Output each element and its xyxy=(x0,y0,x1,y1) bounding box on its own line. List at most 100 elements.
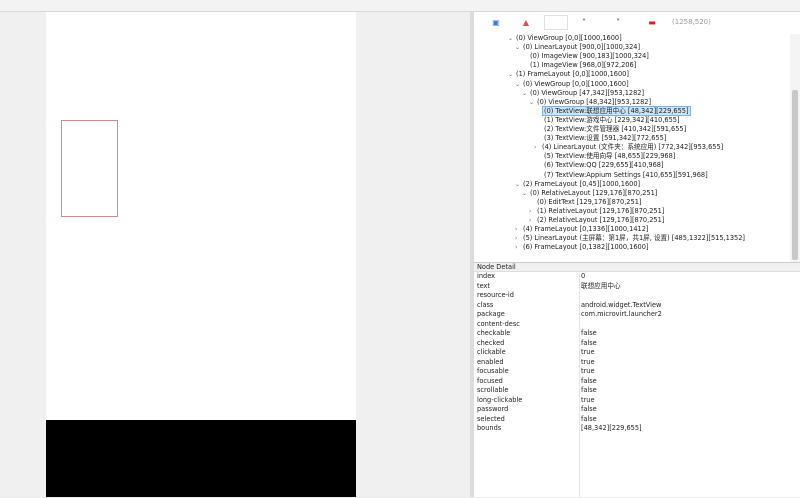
stop-icon[interactable]: ▬ xyxy=(644,15,660,31)
expand-toggle-icon[interactable]: ⌄ xyxy=(515,180,522,189)
scrollbar-thumb[interactable] xyxy=(792,90,798,260)
expand-toggle-icon[interactable]: › xyxy=(529,216,536,225)
detail-key: checkable xyxy=(477,329,511,337)
expand-toggle-icon[interactable]: › xyxy=(534,143,541,152)
detail-value[interactable]: com.microvirt.launcher2 xyxy=(581,310,662,320)
detail-value[interactable]: 0 xyxy=(581,272,585,282)
detail-value[interactable]: true xyxy=(581,348,595,358)
screenshot-pane xyxy=(0,12,470,497)
tree-node-label: (2) TextView:文件管理器 [410,342][591,655] xyxy=(544,125,687,133)
tree-node[interactable]: › (2) RelativeLayout [129,176][870,251] xyxy=(529,216,665,225)
chevron-up-icon[interactable]: ˄ xyxy=(576,15,592,31)
detail-key: class xyxy=(477,300,494,309)
node-detail-table: index 0 text 联想应用中心 resource-id class android.… xyxy=(474,272,800,434)
detail-value[interactable]: false xyxy=(581,386,597,396)
detail-value[interactable]: false xyxy=(581,415,597,425)
tree-node-label: (4) FrameLayout [0,1336][1000,1412] xyxy=(523,225,649,234)
detail-value[interactable]: false xyxy=(581,339,597,349)
detail-row: password false xyxy=(474,405,800,415)
chevron-down-icon[interactable]: ˅ xyxy=(610,15,626,31)
expand-toggle-icon[interactable]: › xyxy=(515,225,522,234)
detail-value[interactable]: false xyxy=(581,329,597,339)
detail-value[interactable]: [48,342][229,655] xyxy=(581,424,642,434)
expand-toggle-icon[interactable]: ⌄ xyxy=(508,34,515,43)
detail-key: resource-id xyxy=(477,291,514,299)
tree-node[interactable]: ⌄ (1) FrameLayout [0,0][1000,1600] xyxy=(508,70,630,79)
tree-node[interactable]: ⌄ (0) ViewGroup [0,0][1000,1600] xyxy=(508,34,623,43)
detail-value[interactable]: android.widget.TextView xyxy=(581,301,661,311)
detail-key: enabled xyxy=(477,357,504,366)
hierarchy-tree[interactable]: ⌄ (0) ViewGroup [0,0][1000,1600] ⌄ (0) Line… xyxy=(474,34,790,270)
expand-toggle-icon[interactable]: › xyxy=(515,243,522,252)
detail-row: scrollable false xyxy=(474,386,800,396)
detail-row: checked false xyxy=(474,339,800,349)
tree-node-label: (2) RelativeLayout [129,176][870,251] xyxy=(537,216,665,224)
detail-key: long-clickable xyxy=(477,395,523,404)
expand-toggle-icon[interactable]: ⌄ xyxy=(522,189,529,198)
node-detail-title: Node Detail xyxy=(474,263,800,272)
tree-node[interactable]: (5) TextView:使用向导 [48,655][229,968] xyxy=(536,152,676,161)
expand-toggle-icon[interactable]: ⌄ xyxy=(508,70,515,79)
tree-node[interactable]: (1) ImageView [968,0][972,206] xyxy=(522,61,637,70)
tree-node-label: (0) ViewGroup [0,0][1000,1600] xyxy=(516,34,622,42)
detail-row: resource-id xyxy=(474,291,800,301)
warning-icon[interactable]: ▲ xyxy=(518,15,534,31)
detail-row: clickable true xyxy=(474,348,800,358)
expand-toggle-icon[interactable]: › xyxy=(515,234,522,243)
inspector-pane: ▣ ▲ ˄ ˅ ▬ (1258,520) ⌄ (0) ViewGroup [0,0… xyxy=(474,12,800,498)
detail-value[interactable]: false xyxy=(581,405,597,415)
tree-node[interactable]: ⌄ (0) ViewGroup [47,342][953,1282] xyxy=(522,89,645,98)
toolbar: ▣ ▲ ˄ ˅ ▬ (1258,520) xyxy=(474,12,800,34)
expand-toggle-icon[interactable]: ⌄ xyxy=(529,98,536,107)
detail-value[interactable]: 联想应用中心 xyxy=(581,282,621,292)
detail-row: focusable true xyxy=(474,367,800,377)
tree-node[interactable]: (0) EditText [129,176][870,251] xyxy=(529,198,642,207)
tree-node[interactable]: ⌄ (0) LinearLayout [900,0][1000,324] xyxy=(515,43,641,52)
detail-key: focusable xyxy=(477,367,509,375)
expand-toggle-icon[interactable]: ⌄ xyxy=(515,80,522,89)
tree-node[interactable]: ⌄ (0) ViewGroup [0,0][1000,1600] xyxy=(515,80,630,89)
detail-key: focused xyxy=(477,376,503,385)
screenshot-icon[interactable]: ▣ xyxy=(488,15,504,31)
tree-node-label: (4) LinearLayout (文件夹：系统应用) [772,342][95… xyxy=(542,143,724,152)
detail-key: package xyxy=(477,310,505,318)
tree-node[interactable]: › (4) LinearLayout (文件夹：系统应用) [772,342][9… xyxy=(534,143,724,152)
detail-row: enabled true xyxy=(474,358,800,368)
tree-node[interactable]: (7) TextView:Appium Settings [410,655][5… xyxy=(536,171,709,180)
detail-value[interactable]: true xyxy=(581,396,595,406)
detail-key: text xyxy=(477,281,491,290)
detail-value[interactable]: true xyxy=(581,367,595,377)
tree-node[interactable]: ⌄ (2) FrameLayout [0,45][1000,1600] xyxy=(515,180,641,189)
tree-node[interactable]: › (5) LinearLayout (主屏幕：第1屏，共1屏, 设置) [485… xyxy=(515,234,746,243)
tree-node[interactable]: (0) TextView:联想应用中心 [48,342][229,655] xyxy=(536,105,691,116)
tree-node[interactable]: ⌄ (0) ViewGroup [48,342][953,1282] xyxy=(529,98,652,107)
tree-node[interactable]: (3) TextView:设置 [591,342][772,655] xyxy=(536,134,667,143)
detail-key: clickable xyxy=(477,348,506,356)
tree-node-label: (5) TextView:使用向导 [48,655][229,968] xyxy=(544,152,676,161)
detail-row: package com.microvirt.launcher2 xyxy=(474,310,800,320)
tree-scrollbar[interactable] xyxy=(790,34,800,270)
expand-toggle-icon[interactable]: ⌄ xyxy=(522,89,529,98)
selected-node-highlight xyxy=(61,120,118,217)
detail-row: selected false xyxy=(474,415,800,425)
tree-node-label: (6) FrameLayout [0,1382][1000,1600] xyxy=(523,243,649,252)
tree-node-label: (1) FrameLayout [0,0][1000,1600] xyxy=(516,70,629,79)
tree-node[interactable]: (1) TextView:游戏中心 [229,342][410,655] xyxy=(536,116,681,125)
tree-node[interactable]: ⌄ (0) RelativeLayout [129,176][870,251] xyxy=(522,189,658,198)
detail-value[interactable]: true xyxy=(581,358,595,368)
tree-node-label: (3) TextView:设置 [591,342][772,655] xyxy=(544,134,667,143)
detail-key: content-desc xyxy=(477,319,520,328)
expand-toggle-icon[interactable]: ⌄ xyxy=(515,43,522,52)
tree-node-label: (0) LinearLayout [900,0][1000,324] xyxy=(523,43,641,52)
detail-value[interactable]: false xyxy=(581,377,597,387)
device-screenshot[interactable] xyxy=(46,12,356,497)
tree-node[interactable]: › (1) RelativeLayout [129,176][870,251] xyxy=(529,207,665,216)
tree-node[interactable]: › (6) FrameLayout [0,1382][1000,1600] xyxy=(515,243,650,252)
tree-node[interactable]: › (4) FrameLayout [0,1336][1000,1412] xyxy=(515,225,650,234)
search-input[interactable] xyxy=(544,15,568,30)
tree-node[interactable]: (2) TextView:文件管理器 [410,342][591,655] xyxy=(536,125,687,134)
tree-node[interactable]: (0) ImageView [900,183][1000,324] xyxy=(522,52,650,61)
tree-node-label: (1) ImageView [968,0][972,206] xyxy=(530,61,637,70)
expand-toggle-icon[interactable]: › xyxy=(529,207,536,216)
tree-node[interactable]: (6) TextView:QQ [229,655][410,968] xyxy=(536,161,665,170)
